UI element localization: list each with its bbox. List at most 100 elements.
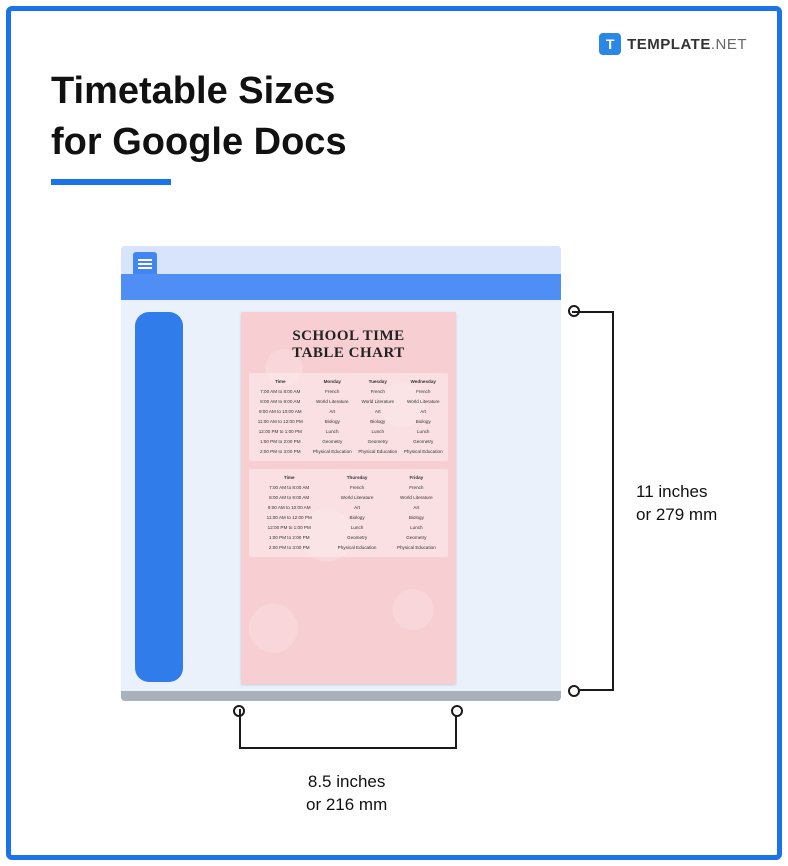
table-cell: 1:00 PM to 2:00 PM — [251, 439, 310, 444]
table-cell: 11:00 AM to 12:00 PM — [251, 515, 327, 520]
table-cell: Geometry — [355, 439, 400, 444]
table-cell: Lunch — [387, 525, 446, 530]
table-cell: 9:00 AM to 10:00 AM — [251, 505, 327, 510]
table-row: 2:00 PM to 3:00 PMPhysical EducationPhys… — [251, 543, 446, 553]
table-row: 9:00 AM to 10:00 AMArtArtArt — [251, 407, 446, 417]
table-cell: Lunch — [310, 429, 355, 434]
table-cell: 8:00 AM to 9:00 AM — [251, 399, 310, 404]
table-cell: Geometry — [310, 439, 355, 444]
table-row: 11:00 AM to 12:00 PMBiologyBiology — [251, 513, 446, 523]
table-row: 2:00 PM to 3:00 PMPhysical EducationPhys… — [251, 447, 446, 457]
table-cell: French — [401, 389, 446, 394]
table-header-cell: Time — [251, 379, 310, 384]
table-cell: Geometry — [327, 535, 386, 540]
title-line2: for Google Docs — [51, 121, 347, 163]
table-cell: Geometry — [401, 439, 446, 444]
table-cell: Biology — [310, 419, 355, 424]
table-cell: Biology — [401, 419, 446, 424]
table-cell: Art — [355, 409, 400, 414]
table-cell: 1:00 PM to 2:00 PM — [251, 535, 327, 540]
table-cell: 2:00 PM to 3:00 PM — [251, 449, 310, 454]
browser-toolbar — [121, 274, 561, 300]
table-cell: Biology — [355, 419, 400, 424]
docs-tab-icon — [133, 252, 157, 274]
table-cell: World Literature — [355, 399, 400, 404]
table-row: 12:00 PM to 1:00 PMLunchLunchLunch — [251, 427, 446, 437]
width-line2: or 216 mm — [306, 795, 387, 814]
dim-dot-icon — [451, 705, 463, 717]
table-header-cell: Friday — [387, 475, 446, 480]
table-header-cell: Wednesday — [401, 379, 446, 384]
table-cell: Physical Education — [355, 449, 400, 454]
table-header-row: TimeMondayTuesdayWednesday — [251, 377, 446, 387]
height-dimension-bracket — [566, 311, 626, 691]
width-line1: 8.5 inches — [308, 772, 386, 791]
timetable-section-1: TimeMondayTuesdayWednesday 7:00 AM to 8:0… — [249, 373, 448, 461]
table-header-cell: Time — [251, 475, 327, 480]
height-line1: 11 inches — [636, 482, 708, 501]
table-row: 12:00 PM to 1:00 PMLunchLunch — [251, 523, 446, 533]
table-cell: French — [355, 389, 400, 394]
docs-sidebar — [135, 312, 183, 682]
table-cell: 7:00 AM to 8:00 AM — [251, 485, 327, 490]
table-cell: Physical Education — [387, 545, 446, 550]
table-cell: French — [387, 485, 446, 490]
table-cell: 11:00 AM to 12:00 PM — [251, 419, 310, 424]
table-cell: Lunch — [355, 429, 400, 434]
docs-mockup: SCHOOL TIME TABLE CHART TimeMondayTuesda… — [121, 246, 561, 701]
title-underline — [51, 179, 171, 185]
table-header-cell: Thursday — [327, 475, 386, 480]
brand-name-light: .NET — [711, 36, 747, 53]
table-cell: Lunch — [401, 429, 446, 434]
browser-statusbar — [121, 691, 561, 701]
table-row: 8:00 AM to 9:00 AMWorld LiteratureWorld … — [251, 493, 446, 503]
table-header-row: TimeThursdayFriday — [251, 473, 446, 483]
document-heading: SCHOOL TIME TABLE CHART — [247, 328, 450, 363]
table-cell: Lunch — [327, 525, 386, 530]
table-cell: 12:00 PM to 1:00 PM — [251, 429, 310, 434]
table-cell: World Literature — [401, 399, 446, 404]
table-cell: 9:00 AM to 10:00 AM — [251, 409, 310, 414]
table-cell: Physical Education — [401, 449, 446, 454]
height-line2: or 279 mm — [636, 505, 717, 524]
table-cell: Geometry — [387, 535, 446, 540]
table-cell: 2:00 PM to 3:00 PM — [251, 545, 327, 550]
table-row: 11:00 AM to 12:00 PMBiologyBiologyBiolog… — [251, 417, 446, 427]
table-header-cell: Tuesday — [355, 379, 400, 384]
timetable-section-2: TimeThursdayFriday7:00 AM to 8:00 AMFren… — [249, 469, 448, 557]
doc-heading-l1: SCHOOL TIME — [292, 328, 404, 344]
table-row: 8:00 AM to 9:00 AMWorld LiteratureWorld … — [251, 397, 446, 407]
table-cell: Biology — [327, 515, 386, 520]
width-dimension-label: 8.5 inches or 216 mm — [306, 771, 387, 817]
table-cell: World Literature — [310, 399, 355, 404]
brand-logo: T TEMPLATE.NET — [599, 33, 747, 55]
table-cell: French — [310, 389, 355, 394]
brand-text: TEMPLATE.NET — [627, 36, 747, 53]
table-cell: 12:00 PM to 1:00 PM — [251, 525, 327, 530]
table-row: 9:00 AM to 10:00 AMArtArt — [251, 503, 446, 513]
page-title: Timetable Sizes for Google Docs — [51, 66, 347, 169]
browser-window: SCHOOL TIME TABLE CHART TimeMondayTuesda… — [121, 246, 561, 701]
table-cell: Art — [387, 505, 446, 510]
table-cell: Physical Education — [327, 545, 386, 550]
table-cell: World Literature — [327, 495, 386, 500]
brand-icon: T — [599, 33, 621, 55]
doc-heading-l2: TABLE CHART — [292, 345, 405, 361]
table-row: 1:00 PM to 2:00 PMGeometryGeometry — [251, 533, 446, 543]
table-cell: Art — [310, 409, 355, 414]
title-block: Timetable Sizes for Google Docs — [51, 66, 347, 185]
table-header-cell: Monday — [310, 379, 355, 384]
table-cell: 8:00 AM to 9:00 AM — [251, 495, 327, 500]
browser-body: SCHOOL TIME TABLE CHART TimeMondayTuesda… — [121, 300, 561, 701]
dim-dot-icon — [568, 685, 580, 697]
table-cell: Biology — [387, 515, 446, 520]
width-dimension-bracket — [239, 703, 457, 758]
table-cell: Physical Education — [310, 449, 355, 454]
table-cell: French — [327, 485, 386, 490]
table-row: 7:00 AM to 8:00 AMFrenchFrench — [251, 483, 446, 493]
table-row: 1:00 PM to 2:00 PMGeometryGeometryGeomet… — [251, 437, 446, 447]
title-line1: Timetable Sizes — [51, 70, 335, 112]
height-dimension-label: 11 inches or 279 mm — [636, 481, 717, 527]
table-cell: Art — [401, 409, 446, 414]
table-cell: 7:00 AM to 8:00 AM — [251, 389, 310, 394]
